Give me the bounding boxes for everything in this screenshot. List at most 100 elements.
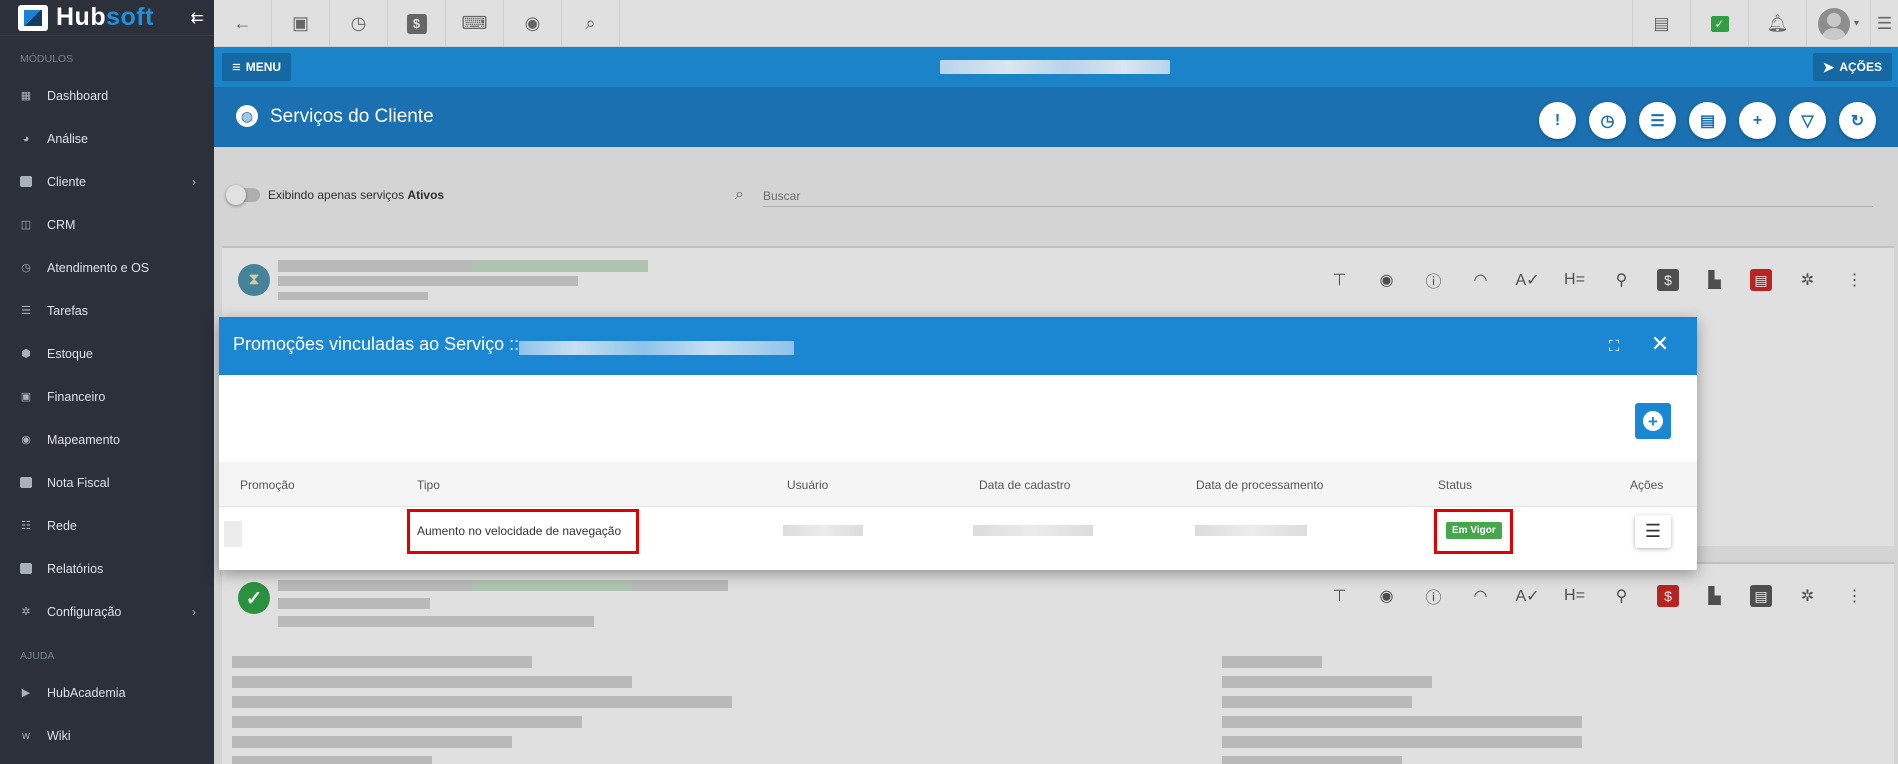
- row-actions-button[interactable]: ☰: [1635, 515, 1671, 548]
- column-header: Usuário: [787, 478, 829, 492]
- column-header: Promoção: [240, 478, 295, 492]
- send-icon: ➤: [1822, 58, 1835, 75]
- globe-icon: ◍: [236, 105, 258, 127]
- promotions-modal: Promoções vinculadas ao Serviço :: ⛶ ✕ +…: [219, 317, 1697, 570]
- sidebar-item-atendimento[interactable]: ◷ Atendimento e OS: [0, 246, 214, 289]
- sidebar-item-label: Rede: [47, 518, 77, 533]
- sidebar-item-financeiro[interactable]: ▣ Financeiro: [0, 375, 214, 418]
- user-menu[interactable]: ▾: [1806, 0, 1870, 47]
- calendar-clock-icon[interactable]: ◷: [330, 0, 388, 47]
- sidebar-item-label: Tarefas: [47, 303, 88, 318]
- actions-button[interactable]: ➤ AÇÕES: [1812, 53, 1892, 81]
- cell-tipo: Aumento no velocidade de navegação: [417, 524, 622, 538]
- sidebar-item-analise[interactable]: ◕ Análise: [0, 117, 214, 160]
- sidebar-item-label: Mapeamento: [47, 432, 120, 447]
- sidebar-item-label: Cliente: [47, 174, 86, 189]
- sidebar: Hubsoft ⇇ MÓDULOS ▦ Dashboard ◕ Análise Cl…: [0, 0, 214, 764]
- sidebar-item-wiki[interactable]: w Wiki: [0, 714, 214, 757]
- dashboard-icon: ▦: [20, 90, 32, 102]
- redacted-date-cadastro: [973, 525, 1093, 536]
- sidebar-item-dashboard[interactable]: ▦ Dashboard: [0, 74, 214, 117]
- eye-icon[interactable]: ◉: [504, 0, 562, 47]
- section-label-ajuda: AJUDA: [20, 650, 55, 662]
- table-header: Promoção Tipo Usuário Data de cadastro D…: [219, 462, 1697, 507]
- wiki-icon: w: [22, 729, 30, 742]
- sidebar-item-configuracao[interactable]: ✲ Configuração ›: [0, 590, 214, 633]
- sidebar-item-label: Nota Fiscal: [47, 475, 110, 490]
- sidebar-item-label: Wiki: [47, 728, 71, 743]
- refresh-icon[interactable]: ↻: [1839, 102, 1876, 139]
- sidebar-item-mapeamento[interactable]: ◉ Mapeamento: [0, 418, 214, 461]
- map-pin-icon: ◉: [21, 434, 31, 446]
- list-icon: ☰: [1644, 521, 1662, 541]
- search-icon[interactable]: ⌕: [562, 0, 620, 47]
- menu-bar: ≡ MENU ➤ AÇÕES: [214, 47, 1898, 87]
- sidebar-item-rede[interactable]: ☷ Rede: [0, 504, 214, 547]
- collapse-sidebar-icon[interactable]: ⇇: [191, 8, 204, 28]
- modal-header: Promoções vinculadas ao Serviço :: ⛶ ✕: [219, 317, 1697, 375]
- sidebar-item-hubacademia[interactable]: ▶ HubAcademia: [0, 671, 214, 714]
- redacted-promotion: [224, 521, 242, 547]
- back-arrow-icon[interactable]: ←: [214, 0, 272, 47]
- sidebar-item-label: Dashboard: [47, 88, 109, 103]
- column-header: Data de cadastro: [979, 478, 1071, 492]
- add-promotion-button[interactable]: +: [1635, 403, 1671, 439]
- dollar-icon[interactable]: $: [388, 0, 446, 47]
- sidebar-item-cliente[interactable]: Cliente ›: [0, 160, 214, 203]
- filter-icon[interactable]: ▽: [1789, 102, 1826, 139]
- hamburger-icon: ≡: [232, 58, 241, 76]
- terminal-icon[interactable]: ⌨: [446, 0, 504, 47]
- check-icon[interactable]: ✓: [1690, 0, 1748, 47]
- logo[interactable]: Hubsoft ⇇: [0, 0, 214, 36]
- status-badge: Em Vigor: [1446, 522, 1502, 539]
- calendar-clock-icon[interactable]: ◷: [1589, 102, 1626, 139]
- actions-button-label: AÇÕES: [1839, 60, 1882, 74]
- topbar-right: ▤ ✓ 🔔︎ ▾ ☰: [1632, 0, 1898, 47]
- section-label-modulos: MÓDULOS: [20, 53, 74, 65]
- video-icon: ▶: [21, 687, 31, 699]
- header-actions: ! ◷ ☰ ▤ + ▽ ↻: [1539, 102, 1876, 139]
- sidebar-item-crm[interactable]: ◫ CRM: [0, 203, 214, 246]
- sidebar-item-label: Análise: [47, 131, 88, 146]
- box-icon: ⬢: [21, 348, 31, 360]
- column-header: Status: [1438, 478, 1473, 492]
- document-icon[interactable]: ▤: [1689, 102, 1726, 139]
- sidebar-item-label: CRM: [47, 217, 76, 232]
- chevron-right-icon: ›: [192, 174, 196, 189]
- pdf-icon[interactable]: ▤: [1632, 0, 1690, 47]
- chevron-down-icon: ▾: [1853, 18, 1860, 29]
- menu-button-label: MENU: [245, 60, 282, 74]
- list-icon[interactable]: ☰: [1639, 102, 1676, 139]
- brand-name: Hubsoft: [56, 3, 154, 31]
- menu-list-icon[interactable]: ☰: [1870, 0, 1898, 47]
- topbar: ← ▣ ◷ $ ⌨ ◉ ⌕ ▤ ✓ 🔔︎ ▾ ☰: [214, 0, 1898, 47]
- close-icon[interactable]: ✕: [1649, 331, 1671, 356]
- sidebar-item-relatorios[interactable]: Relatórios: [0, 547, 214, 590]
- column-header: Ações: [1630, 478, 1664, 492]
- client-icon: [20, 176, 32, 187]
- redacted-user: [783, 525, 863, 536]
- gear-icon: ✲: [21, 606, 31, 618]
- sidebar-item-label: Atendimento e OS: [47, 260, 150, 275]
- sidebar-item-estoque[interactable]: ⬢ Estoque: [0, 332, 214, 375]
- menu-button[interactable]: ≡ MENU: [222, 53, 292, 81]
- expand-icon[interactable]: ⛶: [1605, 337, 1623, 355]
- pie-chart-icon: ◕: [22, 132, 30, 145]
- contact-card-icon[interactable]: ▣: [272, 0, 330, 47]
- column-header: Data de processamento: [1196, 478, 1324, 492]
- add-icon[interactable]: +: [1739, 102, 1776, 139]
- calendar-clock-icon: ◷: [21, 262, 31, 274]
- bell-icon[interactable]: 🔔︎: [1748, 0, 1806, 47]
- alert-message-icon[interactable]: !: [1539, 102, 1576, 139]
- invoice-icon: [20, 477, 32, 488]
- redacted-service-name: [519, 341, 794, 355]
- sidebar-item-label: Estoque: [47, 346, 93, 361]
- sidebar-item-label: HubAcademia: [47, 685, 126, 700]
- sidebar-item-label: Configuração: [47, 604, 122, 619]
- money-icon: ▣: [20, 391, 32, 403]
- modal-title: Promoções vinculadas ao Serviço ::: [233, 334, 520, 354]
- table-row: Aumento no velocidade de navegação Em Vi…: [219, 507, 1697, 554]
- sidebar-item-tarefas[interactable]: ☰ Tarefas: [0, 289, 214, 332]
- sidebar-item-nota-fiscal[interactable]: Nota Fiscal: [0, 461, 214, 504]
